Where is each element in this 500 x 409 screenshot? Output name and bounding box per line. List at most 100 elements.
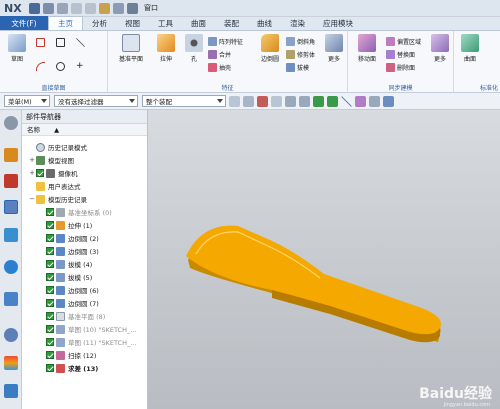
file-menu[interactable]: 文件(F)	[0, 16, 48, 30]
tree-item-draft-4[interactable]: 拔模 (4)	[22, 258, 148, 270]
tree-item-model-history[interactable]: − 模型历史记录	[22, 193, 148, 205]
snap-line-icon[interactable]	[341, 95, 352, 107]
selection-scope-dropdown[interactable]: 整个装配	[142, 95, 226, 107]
arc-tool[interactable]	[36, 61, 47, 71]
visibility-checkbox[interactable]	[46, 208, 54, 216]
tree-item-datum-csys[interactable]: 基准坐标系 (0)	[22, 206, 148, 218]
extrude-button[interactable]: 拉伸	[152, 34, 180, 63]
part-navigator-icon[interactable]	[4, 200, 18, 214]
window-menu[interactable]: 窗口	[144, 3, 158, 13]
snap-midpoint-icon[interactable]	[327, 95, 338, 107]
tab-curve[interactable]: 曲线	[248, 16, 281, 30]
circle-tool[interactable]	[56, 61, 67, 71]
tree-item-draft-5[interactable]: 拔模 (5)	[22, 271, 148, 283]
tab-surface[interactable]: 曲面	[182, 16, 215, 30]
visibility-checkbox[interactable]	[46, 286, 54, 294]
visibility-checkbox[interactable]	[46, 260, 54, 268]
collapse-icon[interactable]: −	[28, 195, 36, 203]
tree-item-user-expressions[interactable]: 用户表达式	[22, 180, 148, 192]
navigator-column-header[interactable]: 名称 ▲	[22, 124, 147, 136]
line-tool[interactable]	[76, 37, 87, 47]
cut-icon[interactable]	[71, 2, 82, 14]
snap-curve-icon[interactable]	[355, 95, 366, 107]
replace-face-button[interactable]: 替换面	[386, 49, 415, 59]
tree-item-model-views[interactable]: + 模型视图	[22, 154, 148, 166]
visibility-checkbox[interactable]	[36, 169, 44, 177]
select-box-icon[interactable]	[271, 95, 282, 107]
sketch-button[interactable]: 草图	[3, 34, 31, 63]
visibility-checkbox[interactable]	[46, 338, 54, 346]
surface-button[interactable]: 曲面	[456, 34, 484, 63]
delete-face-button[interactable]: 删除面	[386, 62, 415, 72]
tree-item-datum-plane[interactable]: 基准平面 (8)	[22, 310, 148, 322]
rectangle-tool[interactable]	[56, 37, 67, 47]
expand-icon[interactable]: +	[28, 169, 36, 177]
window-icon[interactable]	[127, 2, 138, 14]
shell-button[interactable]: 抽壳	[208, 62, 231, 72]
tab-view[interactable]: 视图	[116, 16, 149, 30]
tab-tools[interactable]: 工具	[149, 16, 182, 30]
constraint-navigator-icon[interactable]	[4, 174, 18, 188]
visibility-checkbox[interactable]	[46, 364, 54, 372]
visibility-checkbox[interactable]	[46, 247, 54, 255]
undo-icon[interactable]	[43, 2, 54, 14]
menu-dropdown[interactable]: 菜单(M)	[4, 95, 50, 107]
select-all-icon[interactable]	[243, 95, 254, 107]
tree-item-edge-blend-7[interactable]: 边倒圆 (7)	[22, 297, 148, 309]
roles-icon[interactable]	[4, 384, 18, 398]
draft-button[interactable]: 拔模	[286, 62, 309, 72]
visibility-checkbox[interactable]	[46, 221, 54, 229]
visibility-checkbox[interactable]	[46, 325, 54, 333]
system-materials-icon[interactable]	[4, 356, 18, 370]
hole-button[interactable]: 孔	[180, 34, 208, 63]
tree-item-edge-blend-6[interactable]: 边倒圆 (6)	[22, 284, 148, 296]
offset-region-button[interactable]: 偏置区域	[386, 36, 421, 46]
tree-item-extrude[interactable]: 拉伸 (1)	[22, 219, 148, 231]
tab-home[interactable]: 主页	[48, 16, 83, 30]
redo-icon[interactable]	[57, 2, 68, 14]
tree-item-history-mode[interactable]: 历史记录模式	[22, 141, 148, 153]
tab-analysis[interactable]: 分析	[83, 16, 116, 30]
settings-icon[interactable]	[4, 116, 18, 130]
snap-point-icon[interactable]	[383, 95, 394, 107]
view-orient-icon[interactable]	[299, 95, 310, 107]
snap-icon[interactable]	[229, 95, 240, 107]
profile-tool[interactable]	[36, 37, 47, 47]
reuse-library-icon[interactable]	[4, 228, 18, 242]
tab-applications[interactable]: 应用模块	[314, 16, 362, 30]
filter-icon[interactable]	[257, 95, 268, 107]
tab-render[interactable]: 渲染	[281, 16, 314, 30]
part-model[interactable]	[148, 110, 500, 409]
tree-item-sketch-11[interactable]: 草图 (11) "SKETCH_...	[22, 336, 148, 348]
paste-icon[interactable]	[99, 2, 110, 14]
visibility-checkbox[interactable]	[46, 351, 54, 359]
snap-endpoint-icon[interactable]	[313, 95, 324, 107]
edge-blend-button[interactable]: 边倒圆	[256, 34, 284, 63]
save-icon[interactable]	[29, 2, 40, 14]
trim-body-button[interactable]: 修剪体	[286, 49, 315, 59]
web-browser-icon[interactable]	[4, 260, 18, 274]
sync-more-button[interactable]: 更多	[428, 34, 452, 63]
move-face-button[interactable]: 移动面	[352, 34, 382, 63]
visibility-checkbox[interactable]	[46, 234, 54, 242]
selection-filter-dropdown[interactable]: 没有选择过滤器	[54, 95, 138, 107]
copy-icon[interactable]	[85, 2, 96, 14]
tree-item-edge-blend-2[interactable]: 边倒圆 (2)	[22, 232, 148, 244]
tab-assembly[interactable]: 装配	[215, 16, 248, 30]
datum-plane-button[interactable]: 基准平面	[114, 34, 148, 63]
graphics-window[interactable]: Baidu经验 jingyan.baidu.com	[148, 110, 500, 409]
expand-icon[interactable]: +	[28, 156, 36, 164]
visibility-checkbox[interactable]	[46, 299, 54, 307]
tree-item-sketch-10[interactable]: 草图 (10) "SKETCH_...	[22, 323, 148, 335]
tree-item-subtract[interactable]: 求差 (13)	[22, 362, 148, 374]
touch-mode-icon[interactable]	[113, 2, 124, 14]
array-feature-button[interactable]: 阵列特征	[208, 36, 243, 46]
feature-more-button[interactable]: 更多	[320, 34, 348, 63]
tree-item-camera[interactable]: + 摄像机	[22, 167, 148, 179]
snap-tangent-icon[interactable]	[369, 95, 380, 107]
visibility-checkbox[interactable]	[46, 273, 54, 281]
clock-icon[interactable]	[4, 328, 18, 342]
visibility-checkbox[interactable]	[46, 312, 54, 320]
tree-item-swept[interactable]: 扫掠 (12)	[22, 349, 148, 361]
assembly-navigator-icon[interactable]	[4, 148, 18, 162]
